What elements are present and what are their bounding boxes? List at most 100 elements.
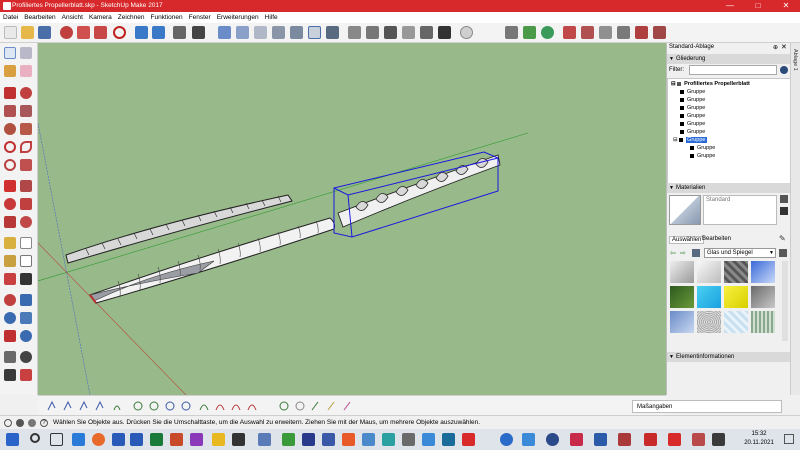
menu-fenster[interactable]: Fenster [186, 12, 214, 23]
polygon-icon[interactable] [20, 123, 32, 135]
tray-close-icon[interactable]: ✕ [781, 43, 787, 51]
push-pull-icon[interactable] [20, 180, 32, 192]
component-icon[interactable] [20, 47, 32, 59]
circle-icon[interactable] [4, 123, 16, 135]
style-icon-5[interactable] [635, 26, 648, 39]
eraser-icon[interactable] [20, 65, 32, 77]
sketchup-taskbar-icon[interactable] [462, 433, 475, 446]
wireframe-icon[interactable] [348, 26, 361, 39]
cut-icon[interactable] [60, 26, 73, 39]
material-library-select[interactable]: Glas und Spiegel [704, 248, 776, 258]
forward-icon[interactable]: ⇨ [680, 249, 686, 257]
windows-start-icon[interactable] [6, 433, 19, 446]
previous-view-icon[interactable] [20, 330, 32, 342]
line-icon[interactable] [4, 87, 16, 99]
position-camera-icon[interactable] [4, 351, 16, 363]
app-icon-16[interactable] [570, 433, 583, 446]
new-file-icon[interactable] [4, 26, 17, 39]
menu-funktionen[interactable]: Funktionen [147, 12, 185, 23]
outline-child-item[interactable]: Gruppe [690, 152, 715, 160]
app-icon-2[interactable] [232, 433, 245, 446]
material-swatch[interactable] [724, 311, 748, 333]
paste-icon[interactable] [94, 26, 107, 39]
hidden-line-icon[interactable] [366, 26, 379, 39]
word-icon[interactable] [130, 433, 143, 446]
undo-icon[interactable] [135, 26, 148, 39]
app-icon-3[interactable] [258, 433, 271, 446]
search-icon[interactable] [30, 433, 40, 443]
paint-bucket-icon[interactable] [4, 65, 16, 77]
help-icon[interactable]: ? [40, 419, 48, 427]
menu-ansicht[interactable]: Ansicht [59, 12, 86, 23]
back-view-icon[interactable] [290, 26, 303, 39]
tray-side-tab[interactable]: Ablage 1 [790, 43, 800, 395]
powerpoint-icon[interactable] [170, 433, 183, 446]
outline-options-icon[interactable] [780, 66, 788, 74]
app-icon-15[interactable] [546, 433, 559, 446]
clock-date[interactable]: 20.11.2021 [740, 440, 778, 446]
zoom-icon[interactable] [4, 312, 16, 324]
tray-pin-icon[interactable]: ⊕ [773, 44, 778, 51]
app-icon-20[interactable] [668, 433, 681, 446]
style-icon-3[interactable] [599, 26, 612, 39]
app-icon-6[interactable] [322, 433, 335, 446]
back-icon[interactable]: ⇦ [670, 249, 676, 257]
offset-icon[interactable] [20, 216, 32, 228]
style-icon-1[interactable] [563, 26, 576, 39]
three-point-arc-icon[interactable] [4, 159, 16, 171]
app-icon-17[interactable] [594, 433, 607, 446]
arc-icon[interactable] [4, 141, 16, 153]
axes-icon[interactable] [4, 273, 16, 285]
info-icon[interactable] [4, 419, 12, 427]
3d-text-icon[interactable] [20, 273, 32, 285]
home-icon[interactable] [692, 249, 700, 257]
create-material-icon[interactable] [780, 195, 788, 203]
orbit-icon[interactable] [4, 294, 16, 306]
outline-item-selected[interactable]: ⊟ Gruppe [673, 136, 707, 144]
house-outline-icon[interactable] [438, 26, 451, 39]
freehand-icon[interactable] [20, 87, 32, 99]
material-swatch[interactable] [697, 286, 721, 308]
left-view-icon[interactable] [308, 26, 321, 39]
material-swatch[interactable] [670, 261, 694, 283]
app-icon-19[interactable] [644, 433, 657, 446]
drawing-area[interactable] [38, 43, 666, 395]
sample-paint-icon[interactable] [780, 207, 788, 215]
open-folder-icon[interactable] [21, 26, 34, 39]
front-view-icon[interactable] [254, 26, 267, 39]
model-info-icon[interactable] [192, 26, 205, 39]
outline-header[interactable]: Gliederung [667, 54, 791, 64]
app-icon-14[interactable] [522, 433, 535, 446]
material-name-field[interactable]: Standard [703, 195, 777, 225]
print-icon[interactable] [173, 26, 186, 39]
menu-bearbeiten[interactable]: Bearbeiten [21, 12, 58, 23]
maximize-button[interactable]: □ [744, 0, 772, 12]
chevron-down-icon[interactable]: ▼ [769, 250, 774, 256]
save-icon[interactable] [38, 26, 51, 39]
walk-icon[interactable] [4, 369, 16, 381]
erase-icon[interactable] [113, 26, 126, 39]
measurements-box[interactable]: Maßangaben [632, 400, 782, 413]
outline-item[interactable]: Gruppe [680, 112, 705, 120]
outline-item[interactable]: Gruppe [680, 88, 705, 96]
app-icon-4[interactable] [282, 433, 295, 446]
tab-edit[interactable]: Bearbeiten [700, 236, 733, 242]
explorer-icon[interactable] [212, 433, 225, 446]
menu-erweiterungen[interactable]: Erweiterungen [214, 12, 262, 23]
rectangle-icon[interactable] [4, 105, 16, 117]
material-swatch[interactable] [697, 311, 721, 333]
notifications-icon[interactable] [784, 434, 794, 444]
app-icon-12[interactable] [442, 433, 455, 446]
text-icon[interactable] [20, 255, 32, 267]
filter-input[interactable] [689, 65, 777, 75]
app-icon-18[interactable] [618, 433, 631, 446]
app-icon-7[interactable] [342, 433, 355, 446]
redo-icon[interactable] [152, 26, 165, 39]
shield-icon[interactable] [505, 26, 518, 39]
menu-zeichnen[interactable]: Zeichnen [115, 12, 148, 23]
material-swatch[interactable] [751, 286, 775, 308]
materials-header[interactable]: Materialien [667, 183, 791, 193]
app-icon-8[interactable] [362, 433, 375, 446]
scale-icon[interactable] [4, 216, 16, 228]
details-icon[interactable] [779, 249, 787, 257]
